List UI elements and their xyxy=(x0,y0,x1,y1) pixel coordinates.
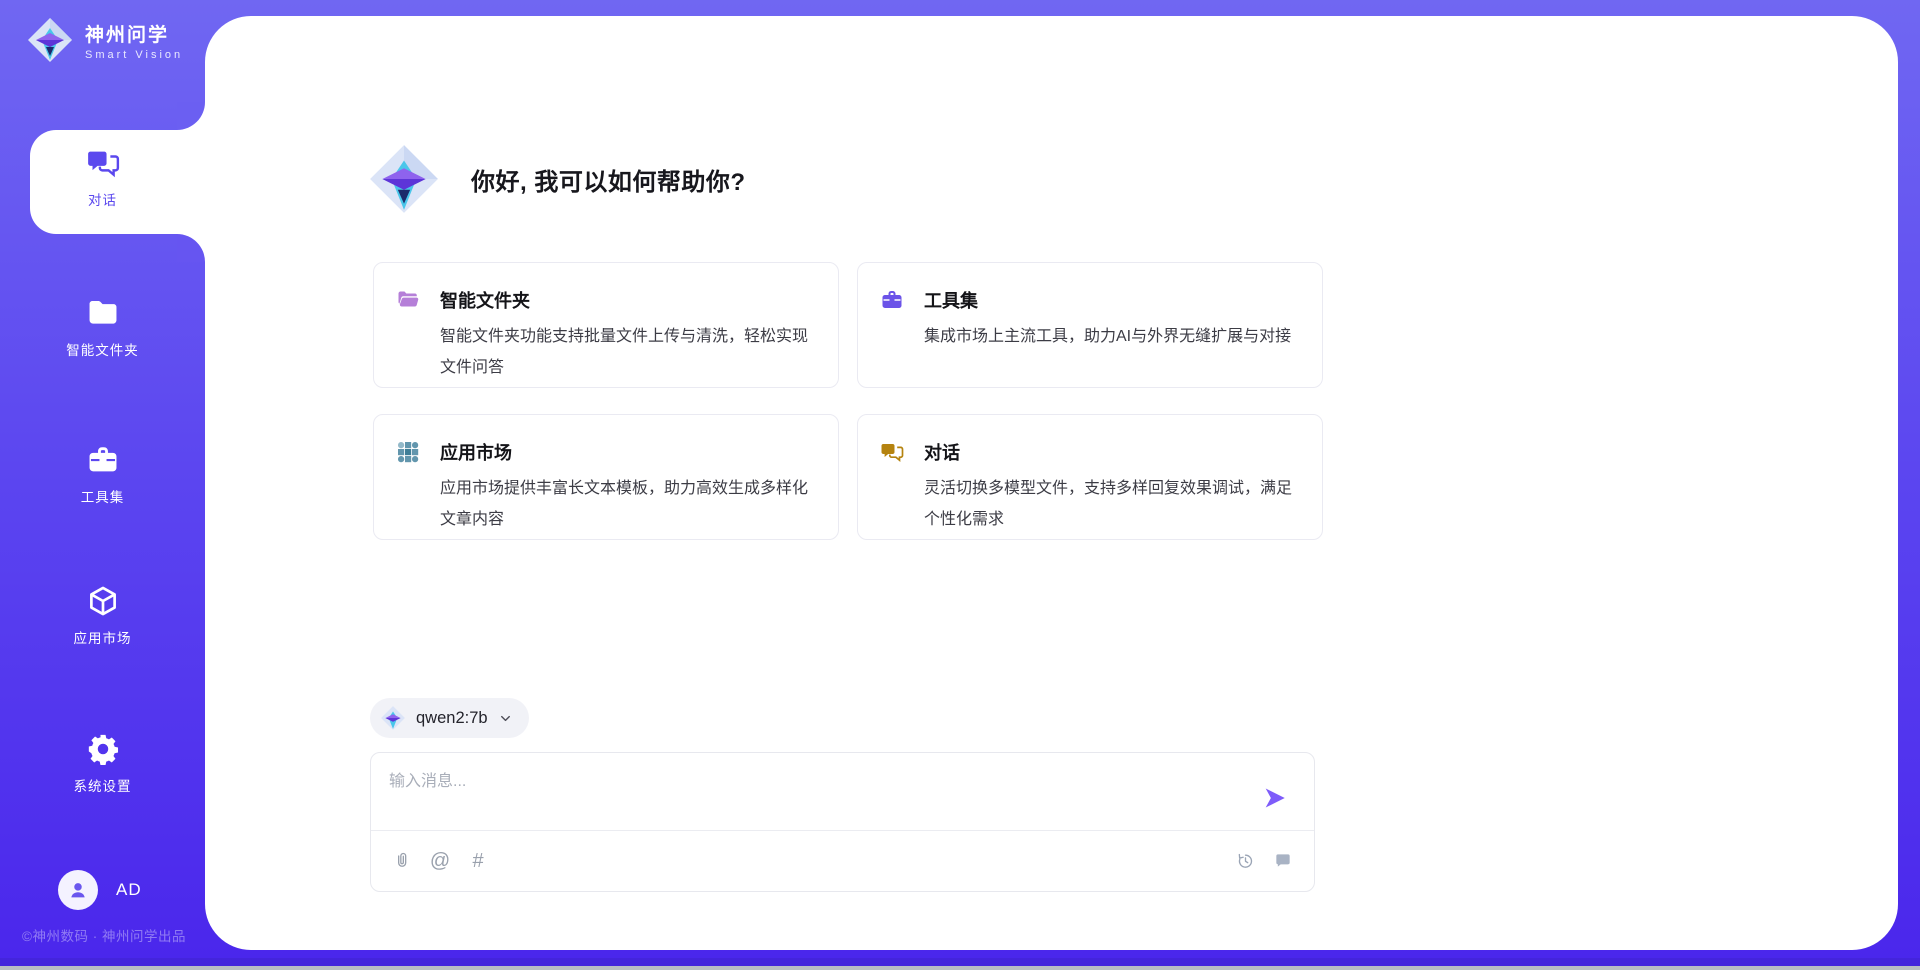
sidebar-item-app-market[interactable]: 应用市场 xyxy=(0,584,205,647)
sidebar-item-label: 应用市场 xyxy=(74,627,132,647)
sidebar-item-label: 对话 xyxy=(88,189,117,209)
card-description: 应用市场提供丰富长文本模板，助力高效生成多样化文章内容 xyxy=(440,473,812,535)
sidebar-item-label: 系统设置 xyxy=(74,775,132,795)
brand-name: 神州问学 xyxy=(85,20,183,47)
gear-icon xyxy=(86,732,120,766)
bubble-fillet-top xyxy=(177,102,205,130)
card-title: 工具集 xyxy=(924,287,1296,313)
card-toolset[interactable]: 工具集 集成市场上主流工具，助力AI与外界无缝扩展与对接 xyxy=(857,262,1323,388)
brand-diamond-icon xyxy=(367,142,441,216)
sidebar-item-label: 智能文件夹 xyxy=(66,339,139,359)
brand-diamond-icon xyxy=(26,16,74,64)
greeting-title: 你好, 我可以如何帮助你? xyxy=(471,162,746,197)
brand-subtitle: Smart Vision xyxy=(85,49,183,61)
card-chat[interactable]: 对话 灵活切换多模型文件，支持多样回复效果调试，满足个性化需求 xyxy=(857,414,1323,540)
feature-cards: 智能文件夹 智能文件夹功能支持批量文件上传与清洗，轻松实现文件问答 工具集 集成… xyxy=(373,262,1323,540)
model-selector[interactable]: qwen2:7b xyxy=(370,698,529,738)
hash-icon[interactable]: # xyxy=(467,850,489,872)
grid-icon xyxy=(396,440,420,464)
history-icon[interactable] xyxy=(1234,850,1256,872)
chevron-down-icon xyxy=(498,711,513,726)
folder-open-icon xyxy=(396,288,420,312)
person-icon xyxy=(67,879,89,901)
cube-icon xyxy=(86,584,120,618)
window-bottom-shade xyxy=(0,958,1920,966)
paperclip-icon[interactable] xyxy=(391,850,413,872)
message-composer: @ # xyxy=(370,752,1315,892)
card-title: 应用市场 xyxy=(440,439,812,465)
copyright-text: ©神州数码 · 神州问学出品 xyxy=(22,925,186,945)
composer-input-area xyxy=(371,753,1314,830)
card-title: 智能文件夹 xyxy=(440,287,812,313)
card-title: 对话 xyxy=(924,439,1296,465)
send-icon[interactable] xyxy=(1262,785,1288,811)
card-smart-folder[interactable]: 智能文件夹 智能文件夹功能支持批量文件上传与清洗，轻松实现文件问答 xyxy=(373,262,839,388)
sidebar-item-chat[interactable]: 对话 xyxy=(0,146,205,209)
sidebar-item-smart-folder[interactable]: 智能文件夹 xyxy=(0,296,205,359)
composer-toolbar: @ # xyxy=(371,831,1314,891)
chat-bubble-icon[interactable] xyxy=(1272,850,1294,872)
card-description: 集成市场上主流工具，助力AI与外界无缝扩展与对接 xyxy=(924,321,1296,352)
sidebar-item-label: 工具集 xyxy=(81,486,125,506)
avatar xyxy=(58,870,98,910)
sidebar-item-settings[interactable]: 系统设置 xyxy=(0,732,205,795)
window-bottom-edge xyxy=(0,966,1920,970)
chat-icon xyxy=(86,146,120,180)
greeting-header: 你好, 我可以如何帮助你? xyxy=(367,142,746,216)
card-description: 灵活切换多模型文件，支持多样回复效果调试，满足个性化需求 xyxy=(924,473,1296,535)
message-input[interactable] xyxy=(371,753,1314,830)
user-account[interactable]: AD xyxy=(58,870,142,910)
toolbox-icon xyxy=(86,443,120,477)
toolbox-icon xyxy=(880,288,904,312)
folder-icon xyxy=(86,296,120,330)
model-logo-icon xyxy=(380,705,406,731)
chat-icon xyxy=(880,440,904,464)
card-app-market[interactable]: 应用市场 应用市场提供丰富长文本模板，助力高效生成多样化文章内容 xyxy=(373,414,839,540)
at-icon[interactable]: @ xyxy=(429,850,451,872)
model-name: qwen2:7b xyxy=(416,709,488,728)
sidebar-item-toolset[interactable]: 工具集 xyxy=(0,443,205,506)
app-logo: 神州问学 Smart Vision xyxy=(26,16,183,64)
user-name: AD xyxy=(116,880,142,900)
card-description: 智能文件夹功能支持批量文件上传与清洗，轻松实现文件问答 xyxy=(440,321,812,383)
bubble-fillet-bottom xyxy=(177,234,205,262)
